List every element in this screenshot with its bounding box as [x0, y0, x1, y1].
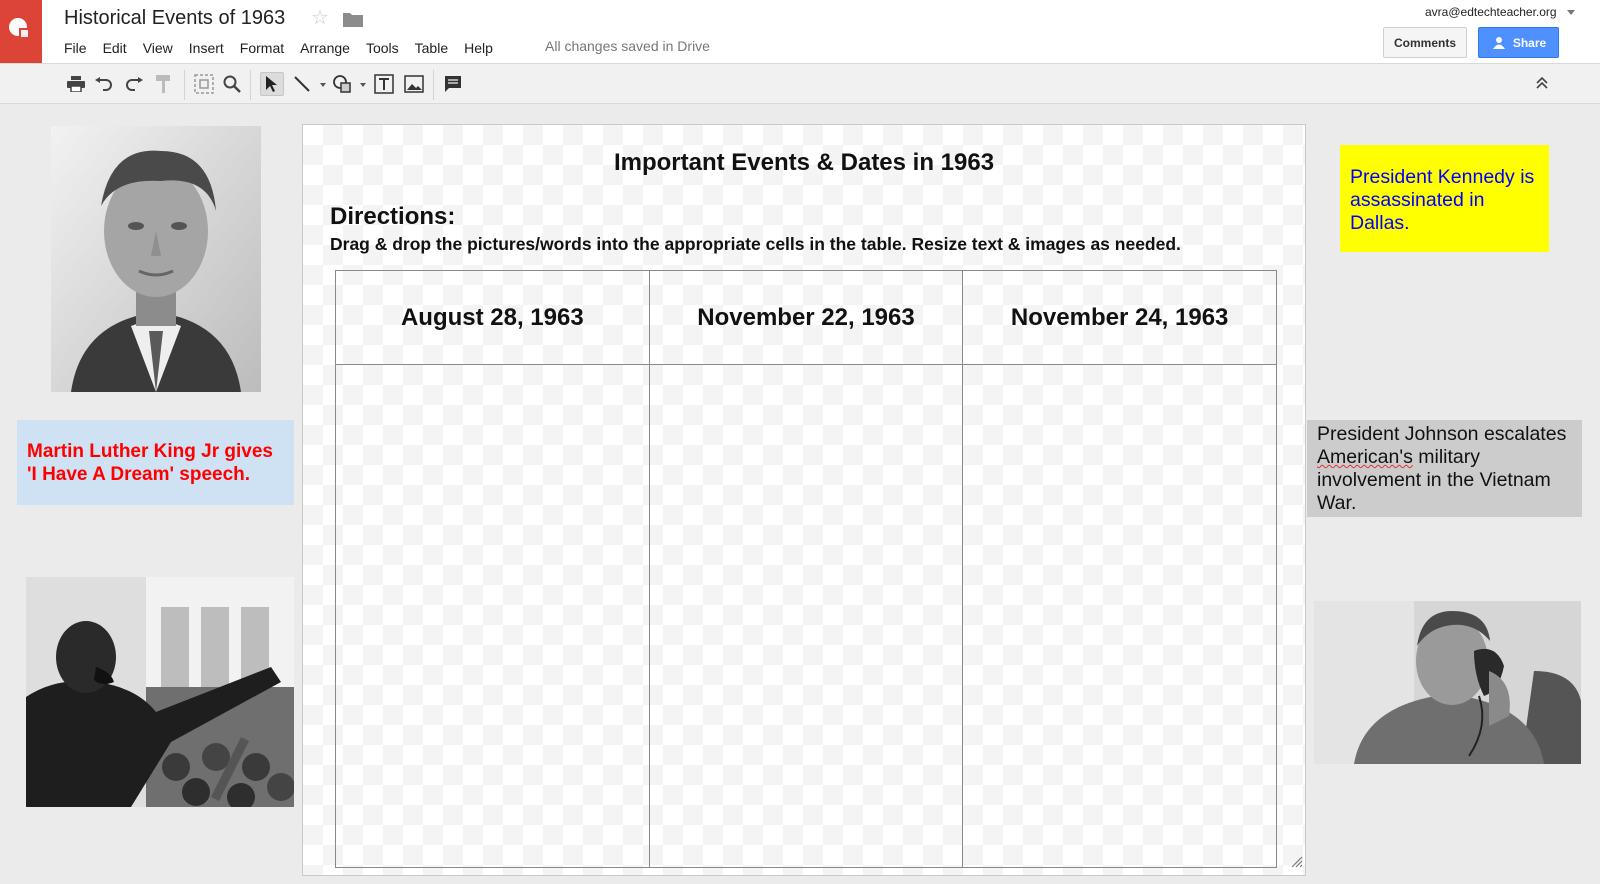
table-header-cell[interactable]: November 24, 1963	[962, 270, 1277, 365]
table-cell[interactable]	[648, 364, 964, 868]
spellcheck-word: American's	[1317, 446, 1413, 468]
zoom-fit-icon[interactable]	[192, 72, 216, 96]
slide-canvas[interactable]: Important Events & Dates in 1963 Directi…	[302, 124, 1306, 876]
paint-format-icon[interactable]	[152, 72, 176, 96]
document-title[interactable]: Historical Events of 1963	[64, 7, 285, 30]
table-header-cell[interactable]: August 28, 1963	[335, 270, 650, 365]
directions-heading[interactable]: Directions:	[330, 203, 455, 231]
chevron-down-icon[interactable]	[1567, 10, 1575, 15]
menu-file[interactable]: File	[56, 37, 95, 59]
image-icon[interactable]	[402, 72, 426, 96]
note-johnson-vietnam[interactable]: President Johnson escalates American's m…	[1307, 420, 1582, 517]
slides-logo-icon[interactable]	[0, 0, 42, 63]
table-header-row: August 28, 1963 November 22, 1963 Novemb…	[335, 270, 1277, 365]
people-icon	[1492, 36, 1505, 49]
select-icon[interactable]	[260, 72, 284, 96]
table-cell[interactable]	[335, 364, 650, 868]
toolbar-separator	[250, 70, 251, 100]
comments-button[interactable]: Comments	[1383, 27, 1467, 58]
slide-title[interactable]: Important Events & Dates in 1963	[303, 149, 1305, 177]
table-row	[335, 364, 1277, 868]
table-cell[interactable]	[962, 364, 1277, 868]
note-mlk-speech[interactable]: Martin Luther King Jr gives 'I Have A Dr…	[17, 420, 294, 505]
account-email[interactable]: avra@edtechteacher.org	[1425, 5, 1557, 19]
share-label: Share	[1512, 35, 1547, 50]
share-button[interactable]: Share	[1478, 27, 1559, 58]
directions-text[interactable]: Drag & drop the pictures/words into the …	[330, 234, 1181, 255]
menu-view[interactable]: View	[135, 37, 181, 59]
save-status[interactable]: All changes saved in Drive	[545, 38, 710, 54]
undo-icon[interactable]	[92, 72, 116, 96]
menu-table[interactable]: Table	[407, 37, 456, 59]
menu-tools[interactable]: Tools	[358, 37, 407, 59]
shape-menu-caret-icon[interactable]	[360, 83, 366, 87]
app-header: Historical Events of 1963 ☆ File Edit Vi…	[0, 0, 1600, 64]
menu-insert[interactable]: Insert	[181, 37, 232, 59]
table-header-cell[interactable]: November 22, 1963	[648, 270, 964, 365]
comment-icon[interactable]	[441, 72, 465, 96]
note-lbj-text: President Johnson escalates	[1317, 423, 1567, 445]
jfk-photo[interactable]	[51, 126, 261, 392]
toolbar-separator	[433, 70, 434, 100]
shape-icon[interactable]	[330, 72, 354, 96]
events-table[interactable]: August 28, 1963 November 22, 1963 Novemb…	[335, 270, 1277, 868]
menu-edit[interactable]: Edit	[95, 37, 135, 59]
text-box-icon[interactable]	[372, 72, 396, 96]
note-kennedy-assassinated[interactable]: President Kennedy is assassinated in Dal…	[1340, 145, 1549, 252]
redo-icon[interactable]	[122, 72, 146, 96]
resize-handle-icon[interactable]	[1289, 854, 1303, 873]
folder-icon[interactable]	[343, 11, 363, 32]
lbj-photo[interactable]	[1314, 601, 1581, 764]
print-icon[interactable]	[64, 72, 88, 96]
menu-arrange[interactable]: Arrange	[292, 37, 358, 59]
collapse-icon[interactable]	[1535, 76, 1549, 95]
menu-bar: File Edit View Insert Format Arrange Too…	[56, 37, 501, 59]
menu-help[interactable]: Help	[456, 37, 501, 59]
mlk-photo[interactable]	[26, 577, 294, 807]
toolbar	[0, 64, 1600, 104]
line-menu-caret-icon[interactable]	[320, 83, 326, 87]
menu-format[interactable]: Format	[232, 37, 292, 59]
star-icon[interactable]: ☆	[311, 8, 329, 28]
zoom-icon[interactable]	[220, 72, 244, 96]
line-icon[interactable]	[290, 72, 314, 96]
toolbar-separator	[184, 70, 185, 100]
